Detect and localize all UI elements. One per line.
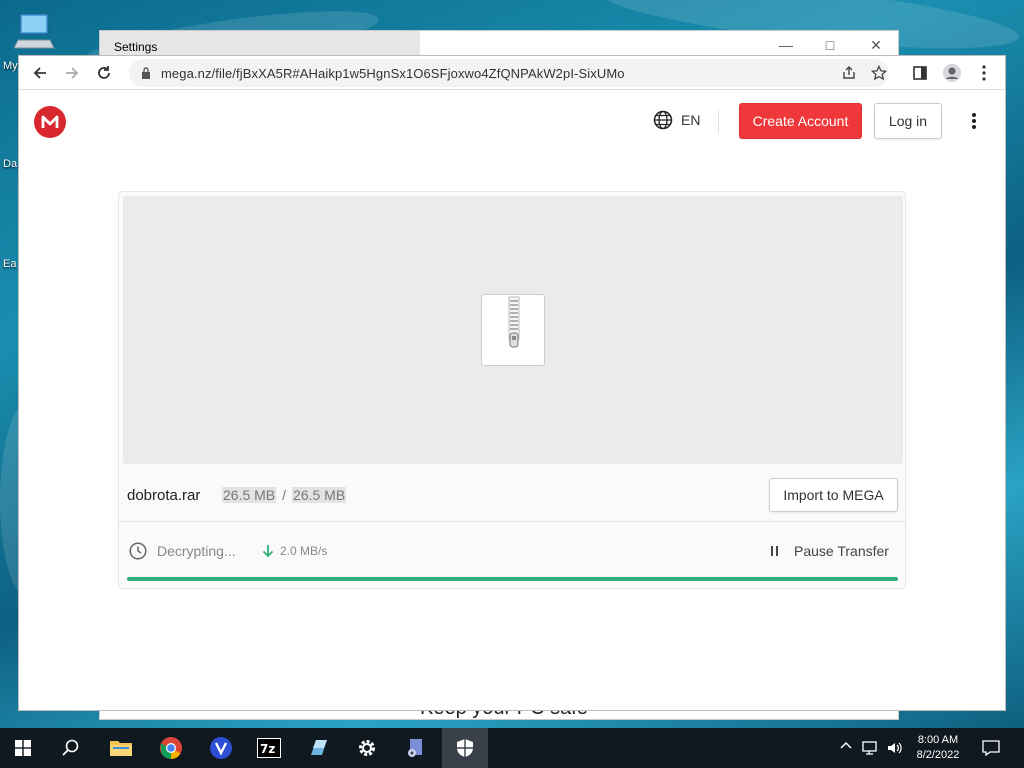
file-explorer-button[interactable] [98, 728, 144, 768]
more-menu-button[interactable] [965, 110, 983, 132]
browser-window: mega.nz/file/fjBxXA5R#AHaikp1w5HgnSx1O6S… [18, 55, 1006, 711]
network-icon[interactable] [862, 740, 880, 756]
search-button[interactable] [48, 728, 94, 768]
settings-button[interactable] [344, 728, 390, 768]
download-arrow-icon [262, 545, 274, 558]
vpn-app-button[interactable] [198, 728, 244, 768]
browser-menu-button[interactable] [973, 62, 995, 84]
windows-icon [15, 740, 31, 756]
side-panel-icon [913, 66, 927, 80]
pause-label: Pause Transfer [794, 543, 889, 559]
computer-icon [14, 13, 55, 49]
taskbar: 7z 8:00 AM 8/2/2022 [0, 728, 1024, 768]
chrome-button[interactable] [148, 728, 194, 768]
clock-date: 8/2/2022 [916, 749, 960, 761]
v-app-icon [210, 737, 232, 759]
clock-icon [129, 542, 147, 560]
transfer-speed: 2.0 MB/s [262, 544, 327, 558]
clock-time: 8:00 AM [917, 734, 959, 746]
total-size: 26.5 MB [292, 487, 347, 503]
language-selector[interactable]: EN [653, 110, 700, 130]
dot [972, 113, 976, 117]
lock-icon [142, 67, 150, 79]
profile-button[interactable] [941, 62, 963, 84]
file-card: dobrota.rar 26.5 MB / 26.5 MB Import to … [118, 191, 906, 589]
shield-icon [457, 739, 473, 757]
folder-icon [110, 741, 132, 756]
star-icon[interactable] [871, 65, 887, 81]
archive-icon [481, 294, 545, 366]
start-button[interactable] [0, 728, 46, 768]
browser-toolbar: mega.nz/file/fjBxXA5R#AHaikp1w5HgnSx1O6S… [19, 56, 1005, 90]
create-account-button[interactable]: Create Account [739, 103, 862, 139]
file-name: dobrota.rar [127, 487, 201, 504]
svg-text:7z: 7z [260, 742, 275, 756]
file-preview [123, 196, 903, 464]
side-panel-button[interactable] [909, 62, 931, 84]
file-info-row: dobrota.rar 26.5 MB / 26.5 MB Import to … [119, 468, 905, 522]
share-icon[interactable] [841, 65, 857, 81]
progress-fill [127, 577, 898, 581]
pause-icon [771, 546, 778, 556]
size-separator: / [282, 487, 287, 503]
media-app-button[interactable] [392, 728, 438, 768]
gear-icon [359, 740, 375, 756]
profile-icon [943, 64, 961, 82]
mega-page: EN Create Account Log in dobrota.rar 26.… [19, 90, 1005, 710]
mega-logo[interactable] [34, 106, 66, 138]
chrome-icon [160, 737, 182, 759]
search-icon [62, 739, 79, 756]
settings-title: Settings [114, 40, 158, 54]
system-clock[interactable]: 8:00 AM 8/2/2022 [908, 733, 968, 763]
globe-icon [653, 110, 673, 130]
login-button[interactable]: Log in [874, 103, 942, 139]
reload-icon [98, 66, 110, 79]
language-label: EN [681, 112, 701, 128]
arrow-left-icon [33, 67, 46, 79]
import-to-mega-button[interactable]: Import to MEGA [769, 478, 898, 512]
status: Decrypting... [129, 542, 236, 560]
downloaded-size: 26.5 MB [222, 487, 277, 503]
transfer-status-row: Decrypting... 2.0 MB/s Pause Transfer [119, 523, 905, 583]
notifications-icon[interactable] [982, 740, 1000, 756]
speed-text: 2.0 MB/s [280, 544, 328, 558]
dot [972, 119, 976, 123]
status-text: Decrypting... [157, 543, 236, 559]
maximize-button[interactable]: □ [820, 37, 840, 53]
media-app-icon [408, 739, 422, 757]
dot [972, 125, 976, 129]
address-bar[interactable]: mega.nz/file/fjBxXA5R#AHaikp1w5HgnSx1O6S… [129, 59, 889, 87]
back-button[interactable] [29, 62, 51, 84]
mega-m-icon [41, 115, 59, 128]
forward-button[interactable] [61, 62, 83, 84]
more-vertical-icon [982, 65, 986, 81]
reload-button[interactable] [93, 62, 115, 84]
file-size: 26.5 MB / 26.5 MB [222, 487, 347, 503]
7zip-button[interactable]: 7z [246, 728, 292, 768]
header-divider [718, 110, 719, 134]
minimize-button[interactable]: — [776, 37, 796, 53]
app-button[interactable] [296, 728, 342, 768]
security-button[interactable] [442, 728, 488, 768]
app-icon [311, 740, 327, 755]
pause-transfer-button[interactable]: Pause Transfer [770, 543, 889, 559]
arrow-right-icon [66, 67, 79, 79]
close-button[interactable]: ✕ [866, 37, 886, 54]
volume-icon[interactable] [886, 740, 904, 756]
url-text: mega.nz/file/fjBxXA5R#AHaikp1w5HgnSx1O6S… [161, 66, 625, 81]
chevron-up-icon[interactable] [840, 740, 852, 752]
7zip-icon: 7z [257, 738, 281, 758]
progress-bar [127, 577, 898, 581]
